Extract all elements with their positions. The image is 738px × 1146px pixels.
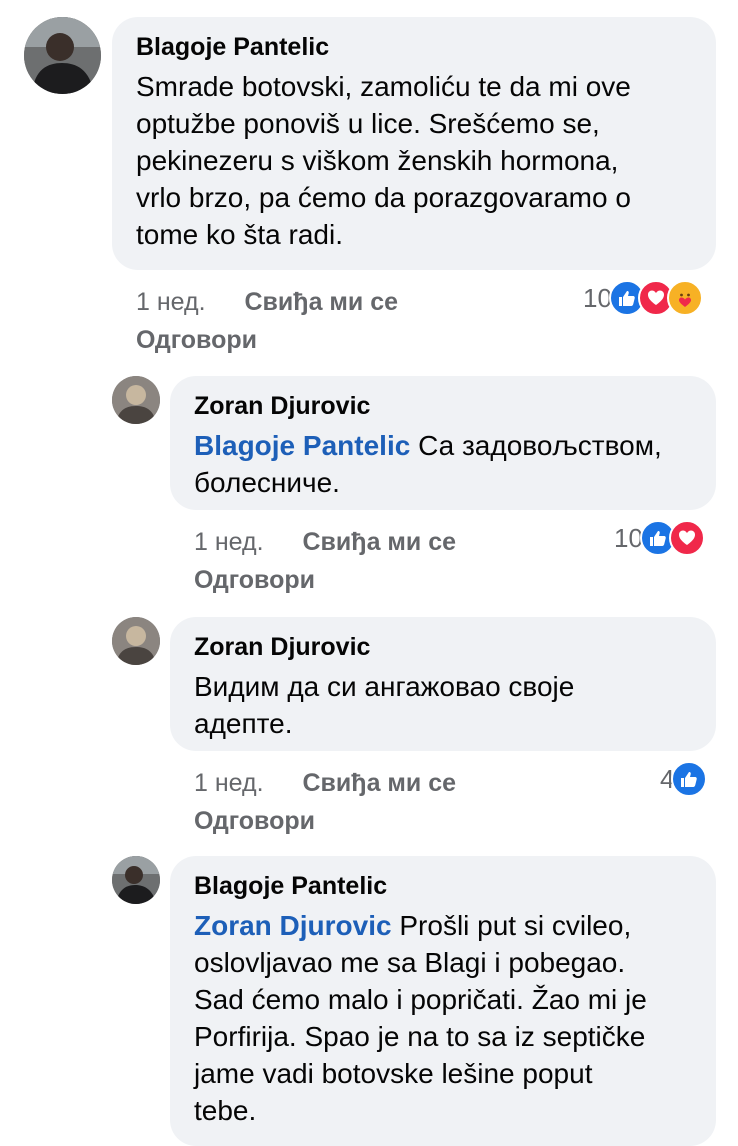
avatar[interactable] (112, 376, 160, 424)
mention-link[interactable]: Zoran Djurovic (194, 910, 392, 941)
comment-time[interactable]: 1 нед. (194, 769, 264, 797)
like-button[interactable]: Свиђа ми се (303, 528, 457, 556)
comment-author[interactable]: Zoran Djurovic (194, 391, 696, 421)
comment-text: Видим да си ангажовао своје адепте. (194, 671, 575, 739)
reply-button[interactable]: Одговори (136, 326, 257, 354)
comment-actions: 1 нед. Свиђа ми се Одговори (194, 764, 574, 840)
reply-button[interactable]: Одговори (194, 566, 315, 594)
comment-bubble: Zoran Djurovic Blagoje Pantelic Са задов… (170, 376, 716, 510)
reaction-summary[interactable]: 10 (614, 520, 705, 556)
love-icon (668, 520, 705, 556)
comment-bubble: Zoran Djurovic Видим да си ангажовао сво… (170, 617, 716, 751)
comment-author[interactable]: Zoran Djurovic (194, 632, 696, 662)
comment-text-body: Prošli put si cvileo, oslovljavao me sa … (194, 910, 647, 1126)
care-icon (666, 280, 703, 316)
comment-text: Blagoje Pantelic Са задовољством, болесн… (194, 427, 696, 501)
comment-text: Smrade botovski, zamoliću te da mi ove o… (136, 71, 631, 250)
mention-link[interactable]: Blagoje Pantelic (194, 430, 410, 461)
reaction-count: 10 (583, 282, 612, 313)
comment-time[interactable]: 1 нед. (194, 528, 264, 556)
comment-author[interactable]: Blagoje Pantelic (136, 32, 696, 62)
comment-actions: 1 нед. Свиђа ми се Одговори (136, 283, 576, 359)
comment-time[interactable]: 1 нед. (136, 288, 206, 316)
like-button[interactable]: Свиђа ми се (245, 288, 399, 316)
reaction-count: 10 (614, 522, 643, 553)
reaction-summary[interactable]: 4 (660, 761, 708, 797)
comment-text: Zoran Djurovic Prošli put si cvileo, osl… (194, 907, 696, 1129)
avatar[interactable] (112, 856, 160, 904)
comment-bubble: Blagoje Pantelic Smrade botovski, zamoli… (112, 17, 716, 270)
reply-button[interactable]: Одговори (194, 807, 315, 835)
reaction-summary[interactable]: 10 (583, 280, 703, 316)
comment-author[interactable]: Blagoje Pantelic (194, 871, 696, 901)
avatar[interactable] (112, 617, 160, 665)
comment-bubble: Blagoje Pantelic Zoran Djurovic Prošli p… (170, 856, 716, 1146)
like-icon (671, 761, 708, 797)
avatar[interactable] (24, 17, 101, 94)
comment-actions: 1 нед. Свиђа ми се Одговори (194, 523, 574, 599)
like-button[interactable]: Свиђа ми се (303, 769, 457, 797)
